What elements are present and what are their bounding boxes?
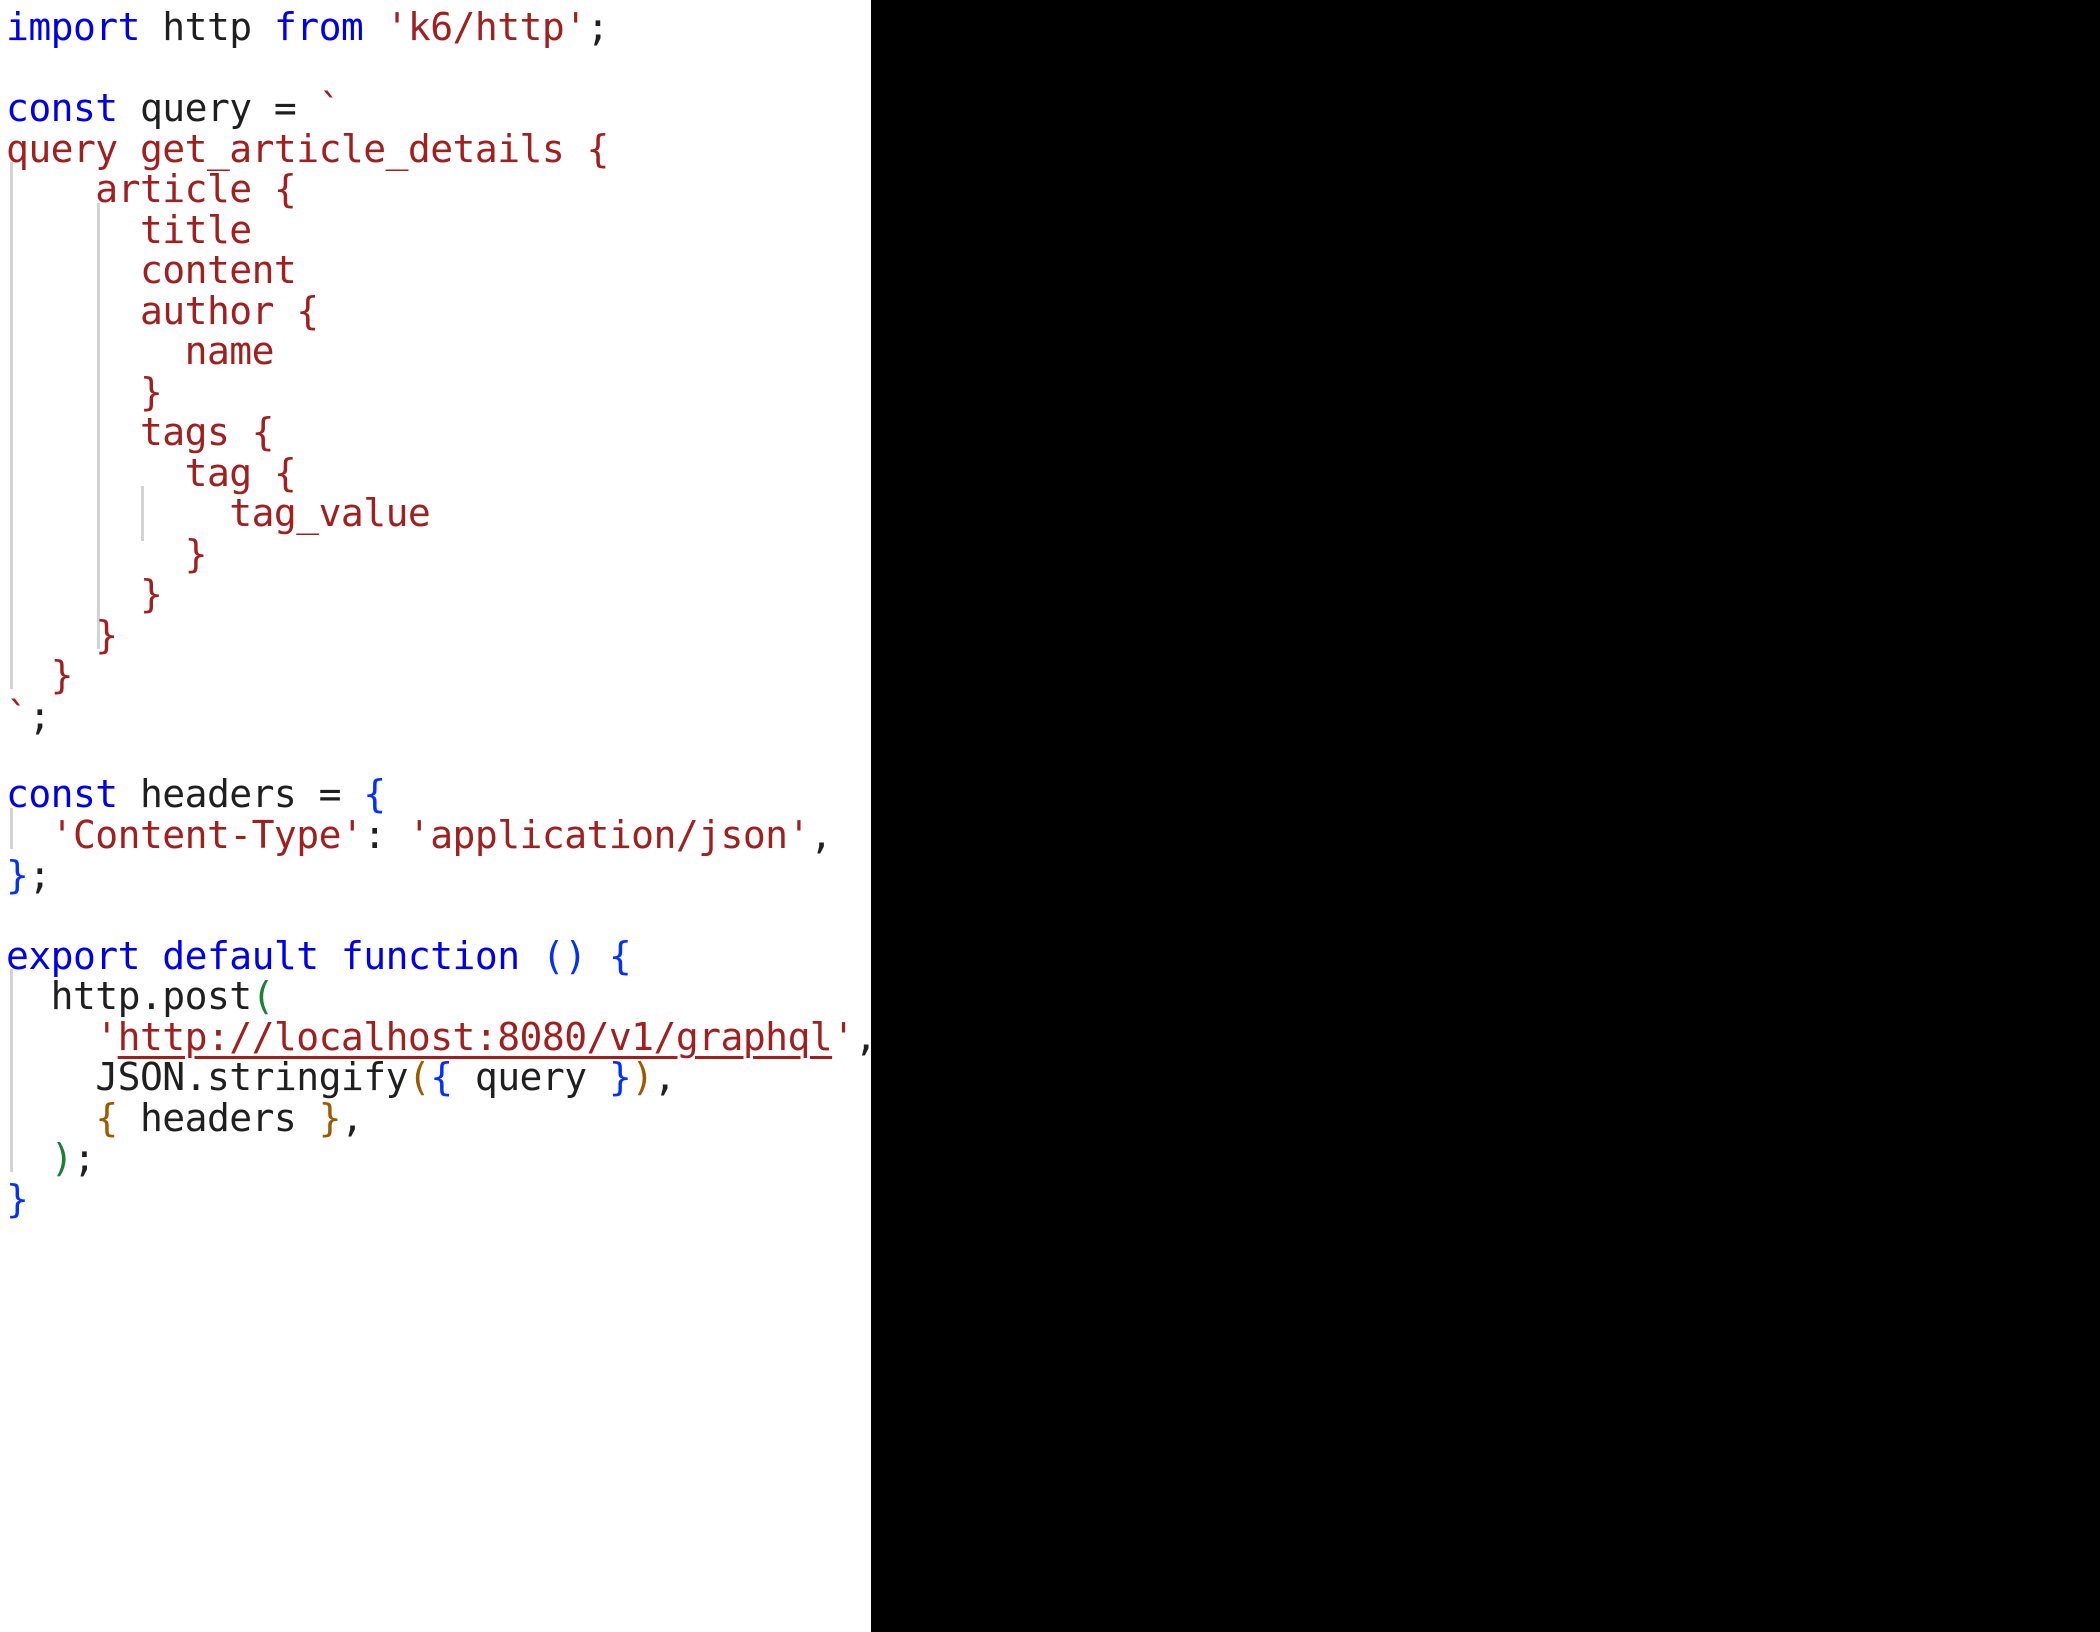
token-bracket: { [95, 1096, 118, 1140]
code-line[interactable]: } [6, 1172, 29, 1226]
token-keyword: import [6, 5, 141, 49]
token-quote: ' [832, 1015, 855, 1059]
token-bracket: } [608, 1055, 632, 1099]
token-bracket: { [608, 934, 632, 978]
token-punctuation: , [854, 1015, 871, 1059]
token-string-value: 'application/json' [407, 813, 810, 857]
token-punctuation: ; [586, 5, 610, 49]
code-editor-pane[interactable]: import http from 'k6/http'; const query … [0, 0, 871, 1632]
code-line[interactable]: 'Content-Type': 'application/json', [6, 808, 833, 862]
screenshot-root: import http from 'k6/http'; const query … [0, 0, 2100, 1632]
token-punctuation: , [653, 1055, 677, 1099]
token-string: 'k6/http' [363, 5, 588, 49]
code-line[interactable]: }; [6, 848, 51, 902]
code-line[interactable]: `; [6, 689, 51, 743]
token-bracket: ) [631, 1055, 654, 1099]
empty-black-region [871, 0, 2100, 1632]
token-keyword: from [273, 5, 364, 49]
token-bracket: } [6, 1177, 29, 1221]
token-identifier: http [139, 5, 274, 49]
token-bracket: () [519, 934, 587, 978]
token-backtick: ` [6, 694, 29, 738]
token-identifier: query [452, 1055, 609, 1099]
code-line[interactable]: import http from 'k6/http'; [6, 0, 609, 54]
token-bracket: ) [50, 1136, 74, 1180]
token-punctuation: ; [72, 1136, 96, 1180]
token-bracket: } [6, 853, 29, 897]
token-punctuation: ; [28, 853, 51, 897]
token-string-key: 'Content-Type' [50, 813, 364, 857]
token-bracket: ( [407, 1055, 431, 1099]
token-punctuation: : [363, 813, 408, 857]
token-punctuation: , [340, 1096, 364, 1140]
token-identifier: headers [117, 1096, 319, 1140]
token-punctuation: ; [28, 694, 51, 738]
token-bracket: { [430, 1055, 453, 1099]
token-punctuation: , [809, 813, 833, 857]
token-bracket: } [318, 1096, 342, 1140]
